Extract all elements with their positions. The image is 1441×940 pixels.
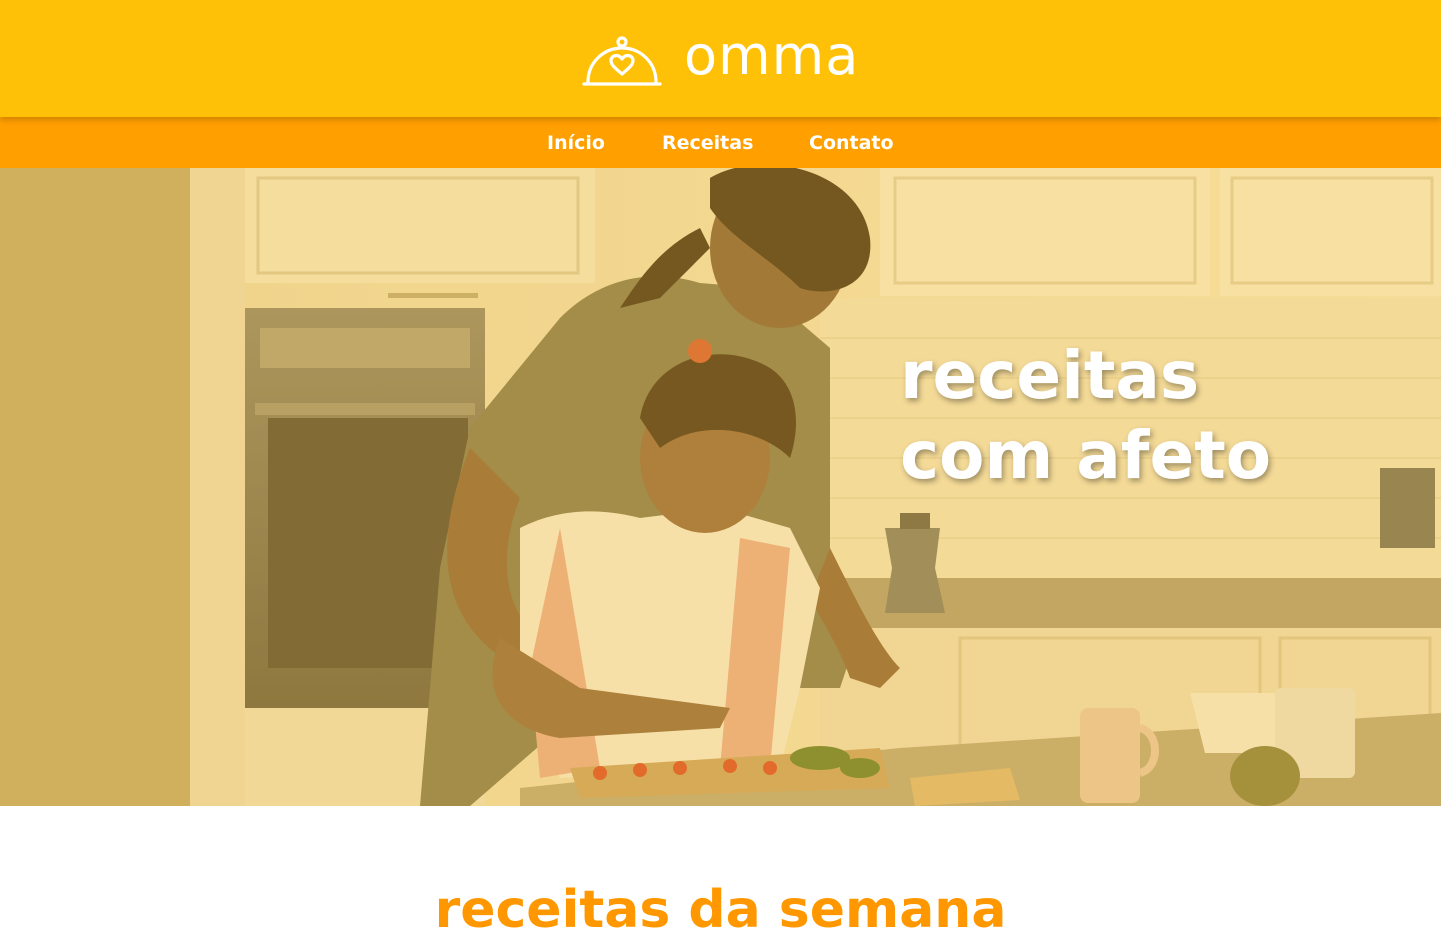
hero-banner: receitas com afeto: [0, 168, 1441, 806]
hero-title-line-1: receitas: [900, 337, 1200, 414]
nav-item-contato[interactable]: Contato: [809, 131, 894, 155]
brand-name: omma: [684, 24, 860, 87]
hero-title-line-2: com afeto: [900, 417, 1272, 494]
logo-link[interactable]: omma: [582, 24, 860, 90]
site-header: omma: [0, 0, 1441, 117]
section-title: receitas da semana: [434, 880, 1007, 940]
nav-item-receitas[interactable]: Receitas: [662, 131, 753, 155]
main-nav: Início Receitas Contato: [0, 117, 1441, 168]
hero-title: receitas com afeto: [900, 336, 1271, 496]
nav-item-inicio[interactable]: Início: [547, 131, 605, 155]
cloche-heart-icon: [582, 36, 662, 86]
